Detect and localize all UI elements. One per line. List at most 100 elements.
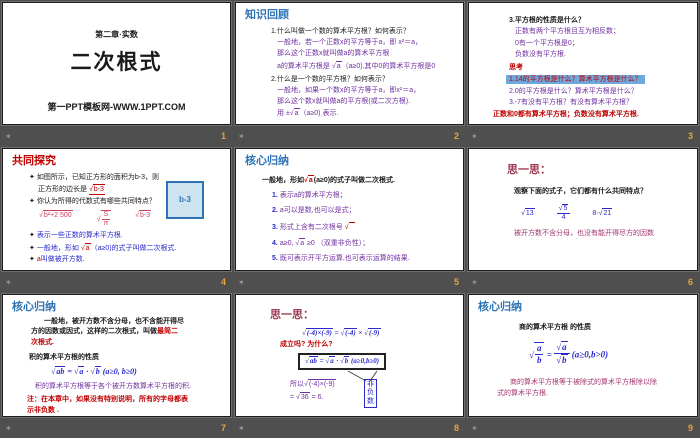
formula-row: √13 √5 4 8·√21 bbox=[521, 204, 697, 222]
note-line: 积的算术平方根等于各个被开方数算术平方根的积. bbox=[35, 383, 191, 391]
slide-number: 9 bbox=[687, 423, 693, 433]
list-item: 4. a≥0, √a ≥0 （双重非负性）； bbox=[272, 237, 370, 247]
slide-title: 思一思： bbox=[507, 164, 551, 176]
formula: √b-3 bbox=[135, 210, 152, 220]
text-line: 3.平方根的性质是什么？ bbox=[509, 16, 585, 24]
thumbnail-footer: ✶ 2 bbox=[238, 127, 459, 145]
thumbnail-footer: ✶ 3 bbox=[471, 127, 693, 145]
bullet-line: ✦ a叫做被开方数. bbox=[29, 256, 85, 264]
formula: 表示a的算术平方根； bbox=[279, 192, 347, 200]
slide-cell-3: 3.平方根的性质是什么？ 正数有两个平方根且互为相反数； 0有一个平方根是0； … bbox=[466, 0, 700, 146]
thumbnail-footer: ✶ 7 bbox=[5, 419, 226, 437]
property-heading: 积的算术平方根的性质 bbox=[29, 353, 99, 361]
slide-title: 知识回顾 bbox=[245, 9, 289, 21]
slide-title: 核心归纳 bbox=[245, 155, 289, 167]
highlighted-line: 1.14的平方根是什么？算术平方根是什么？ bbox=[506, 74, 691, 85]
formula: √ bbox=[345, 221, 355, 231]
slide-3-thumbnail[interactable]: 3.平方根的性质是什么？ 正数有两个平方根且互为相反数； 0有一个平方根是0； … bbox=[468, 2, 698, 125]
formula: √a bbox=[80, 242, 91, 252]
formula: √ Sπ bbox=[97, 210, 112, 228]
slide-cell-9: 核心归纳 商的算术平方根 的性质 √ a b = √a √b (a≥0,b>0) 商的… bbox=[466, 292, 700, 438]
answer-line: 被开方数不含分母，也没有能开得尽方的因数 bbox=[514, 230, 654, 238]
slide-number: 2 bbox=[453, 131, 459, 141]
slide-number: 7 bbox=[220, 423, 226, 433]
thumbnail-footer: ✶ 6 bbox=[471, 273, 693, 291]
square-label: b-3 bbox=[179, 194, 191, 204]
slide-1-thumbnail[interactable]: 第二章·实数 二次根式 第一PPT模板网-WWW.1PPT.COM bbox=[2, 2, 231, 125]
formula: √b-3 bbox=[88, 184, 105, 196]
slide-cell-5: 核心归纳 一般地，形如√a(a≥0)的式子叫做二次根式. 1. 表示a的算术平方根… bbox=[233, 146, 466, 292]
slide-8-thumbnail[interactable]: 思一思： √(-4)×(-9) = √(-4) × √(-9) 成立吗? 为什么… bbox=[235, 294, 464, 417]
slide-cell-8: 思一思： √(-4)×(-9) = √(-4) × √(-9) 成立吗? 为什么… bbox=[233, 292, 466, 438]
slide-title: 核心归纳 bbox=[478, 301, 522, 313]
thumbnail-footer: ✶ 4 bbox=[5, 273, 226, 291]
nonnegative-callout: 非负数 bbox=[364, 379, 377, 409]
bullet-star-icon: ✦ bbox=[29, 256, 35, 264]
text-line: 2.0的平方根是什么？算术平方根是什么？ bbox=[509, 87, 638, 95]
definition-line: 一般地，形如√a(a≥0)的式子叫做二次根式. bbox=[262, 175, 395, 185]
formula: 8·√21 bbox=[592, 208, 613, 218]
text-line: 0有一个平方根是0； bbox=[515, 39, 579, 47]
text-line: 一般地，如果一个数x的平方等于a，即x²＝a， bbox=[277, 86, 421, 94]
product-rule-formula: √ab = √a · √b (a≥0, b≥0) bbox=[51, 365, 137, 376]
boxed-rule: √ab = √a · √b (a≥0,b≥0) bbox=[298, 353, 463, 370]
slide-title: 核心归纳 bbox=[12, 301, 56, 313]
slide-number: 8 bbox=[453, 423, 459, 433]
question-line: 成立吗? 为什么? bbox=[280, 341, 333, 349]
deck-title: 二次根式 bbox=[70, 51, 163, 75]
list-item: 2. a可以是数,也可以是式； bbox=[272, 207, 356, 215]
formula: √b²+2 500 bbox=[39, 210, 73, 220]
slide-number: 1 bbox=[220, 131, 226, 141]
formula: a可以是数,也可以是式； bbox=[279, 207, 356, 215]
question-formula: √(-4)×(-9) = √(-4) × √(-9) bbox=[302, 328, 381, 338]
list-item: 1. 表示a的算术平方根； bbox=[272, 192, 347, 200]
formula: √5 4 bbox=[556, 204, 571, 222]
explanation-paragraph: 商的算术平方根等于被除式的算术平方根除以除 式的算术平方根. bbox=[497, 379, 657, 397]
transition-star-icon: ✶ bbox=[238, 277, 245, 287]
watermark-text: 第一PPT模板网-WWW.1PPT.COM bbox=[47, 101, 186, 112]
definition-paragraph: 一般地，被开方数不含分母，也不含能开得尽 方的因数或因式，这样的二次根式，叫做最… bbox=[31, 318, 184, 346]
conclusion-line: 正数和0都有算术平方根；负数没有算术平方根. bbox=[493, 110, 639, 118]
slide-7-thumbnail[interactable]: 核心归纳 一般地，被开方数不含分母，也不含能开得尽 方的因数或因式，这样的二次根… bbox=[2, 294, 231, 417]
formula: √13 bbox=[521, 208, 535, 218]
transition-star-icon: ✶ bbox=[238, 131, 245, 141]
thumbnail-footer: ✶ 1 bbox=[5, 127, 226, 145]
slide-2-thumbnail[interactable]: 知识回顾 1.什么叫做一个数的算术平方根？如何表示？ 一般地，若一个正数x的平方… bbox=[235, 2, 464, 125]
property-heading: 商的算术平方根 的性质 bbox=[519, 324, 591, 332]
transition-star-icon: ✶ bbox=[471, 423, 478, 433]
slide-number: 5 bbox=[453, 277, 459, 287]
transition-star-icon: ✶ bbox=[5, 423, 12, 433]
list-item: 3. 形式上含有二次根号 √ bbox=[272, 221, 463, 232]
text-line: 正数有两个平方根且互为相反数； bbox=[515, 28, 620, 36]
slide-sorter-grid: 第二章·实数 二次根式 第一PPT模板网-WWW.1PPT.COM ✶ 1 知识… bbox=[0, 0, 700, 438]
text-line: 那么这个数x就叫做a的平方根(或二次方根). bbox=[277, 97, 410, 105]
square-figure: b-3 bbox=[166, 181, 204, 219]
slide-cell-2: 知识回顾 1.什么叫做一个数的算术平方根？如何表示？ 一般地，若一个正数x的平方… bbox=[233, 0, 466, 146]
slide-4-thumbnail[interactable]: 共同探究 ✦ 如图所示，已知正方形的面积为b-3，则 正方形的边长是 √b-3 ✦… bbox=[2, 148, 231, 271]
chapter-label: 第二章·实数 bbox=[95, 30, 138, 39]
think-label: 思考 bbox=[509, 64, 523, 72]
formula: a≥0, √a ≥0 （双重非负性）； bbox=[279, 237, 370, 247]
slide-cell-7: 核心归纳 一般地，被开方数不含分母，也不含能开得尽 方的因数或因式，这样的二次根… bbox=[0, 292, 233, 438]
text-line: 2.什么是一个数的平方根？如何表示？ bbox=[271, 75, 389, 83]
bullet-star-icon: ✦ bbox=[29, 173, 35, 181]
slide-5-thumbnail[interactable]: 核心归纳 一般地，形如√a(a≥0)的式子叫做二次根式. 1. 表示a的算术平方根… bbox=[235, 148, 464, 271]
bullet-line: ✦ 表示一些正数的算术平方根. bbox=[29, 232, 123, 240]
thumbnail-footer: ✶ 8 bbox=[238, 419, 459, 437]
slide-cell-4: 共同探究 ✦ 如图所示，已知正方形的面积为b-3，则 正方形的边长是 √b-3 ✦… bbox=[0, 146, 233, 292]
warning-note: 注：在本章中，如果没有特别说明，所有的字母都表 示非负数 . bbox=[27, 396, 188, 414]
slide-6-thumbnail[interactable]: 思一思： 观察下面的式子，它们都有什么共同特点？ √13 √5 4 8·√21 被… bbox=[468, 148, 698, 271]
bullet-star-icon: ✦ bbox=[29, 244, 35, 252]
transition-star-icon: ✶ bbox=[5, 131, 12, 141]
slide-9-thumbnail[interactable]: 核心归纳 商的算术平方根 的性质 √ a b = √a √b (a≥0,b>0) 商的… bbox=[468, 294, 698, 417]
list-item: 5. 既可表示开平方运算,也可表示运算的结果. bbox=[272, 254, 410, 262]
formula: 形式上含有二次根号 bbox=[279, 223, 345, 231]
formula: √a bbox=[304, 175, 314, 185]
slide-title: 思一思： bbox=[270, 309, 314, 321]
slide-number: 3 bbox=[687, 131, 693, 141]
bullet-star-icon: ✦ bbox=[29, 197, 35, 205]
text-line: 一般地，若一个正数x的平方等于a，即 x²＝a， bbox=[277, 39, 423, 47]
quotient-rule-formula: √ a b = √a √b (a≥0,b>0) bbox=[529, 341, 609, 365]
bullet-line: ✦ 一般地，形如 √a（a≥0)的式子叫做二次根式. bbox=[29, 242, 177, 252]
product-rule-formula: √ab = √a · √b (a≥0,b≥0) bbox=[298, 353, 387, 370]
